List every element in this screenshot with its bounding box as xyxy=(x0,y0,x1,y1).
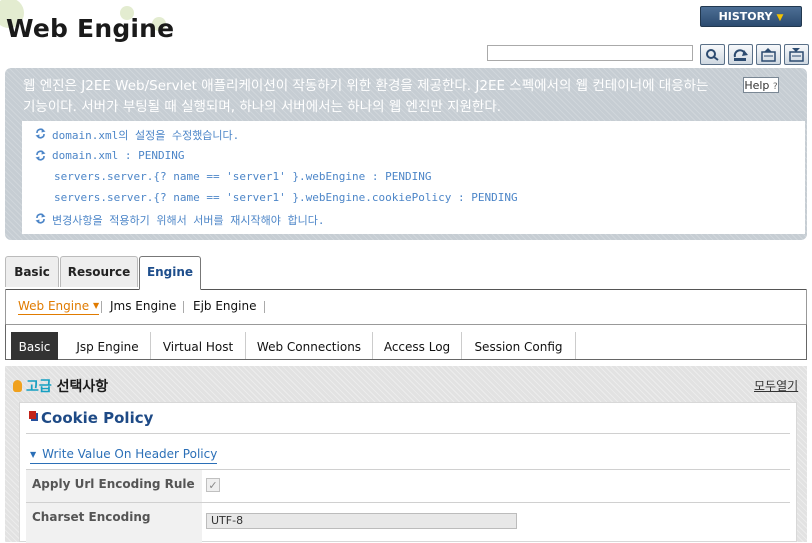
advanced-title-rest: 선택사항 xyxy=(51,379,109,395)
message-item: 변경사항을 적용하기 위해서 서버를 재시작해야 합니다. xyxy=(35,212,325,228)
message-item: domain.xml : PENDING xyxy=(35,149,185,162)
tab-session-config[interactable]: Session Config xyxy=(462,332,576,359)
tab-basic[interactable]: Basic xyxy=(5,256,59,287)
search-input[interactable] xyxy=(487,45,693,61)
triangle-down-icon: ▼ xyxy=(30,450,37,459)
tab-web-connections[interactable]: Web Connections xyxy=(246,332,373,359)
charset-encoding-label: Charset Encoding xyxy=(32,510,151,524)
divider xyxy=(264,301,265,313)
engine-subnav: Web Engine ▼ Jms Engine Ejb Engine xyxy=(5,289,807,324)
help-button[interactable]: Help ? xyxy=(743,77,779,93)
tab-basic[interactable]: Basic xyxy=(11,332,58,360)
write-value-policy-toggle[interactable]: ▼ Write Value On Header Policy xyxy=(30,447,218,464)
section-bullet-icon xyxy=(29,411,36,419)
subsection-title: Write Value On Header Policy xyxy=(42,447,218,461)
expand-all-link[interactable]: 모두열기 xyxy=(754,377,798,394)
subnav-label: Web Engine xyxy=(18,299,90,313)
apply-url-encoding-checkbox[interactable]: ✓ xyxy=(206,478,220,492)
message-item: servers.server.{? name == 'server1' }.we… xyxy=(54,170,432,183)
message-text: domain.xml의 설정을 수정했습니다. xyxy=(52,129,240,142)
advanced-options-panel: 고급 선택사항 모두열기 Cookie Policy ▼ Write Value … xyxy=(5,366,807,543)
message-item: domain.xml의 설정을 수정했습니다. xyxy=(35,127,240,143)
caret-down-icon: ▼ xyxy=(92,301,100,310)
message-text: domain.xml : PENDING xyxy=(52,149,185,162)
charset-encoding-field[interactable]: UTF-8 xyxy=(206,513,517,529)
page-title: Web Engine xyxy=(6,14,175,43)
cookie-policy-section: Cookie Policy ▼ Write Value On Header Pol… xyxy=(19,402,797,543)
section-title-text: Cookie Policy xyxy=(41,409,154,427)
export-icon[interactable] xyxy=(756,44,781,65)
engine-description: 웹 엔진은 J2EE Web/Servlet 애플리케이션이 작동하기 위한 환… xyxy=(23,78,709,115)
subnav-item-web-engine[interactable]: Web Engine ▼ xyxy=(18,299,100,315)
refresh-icon[interactable] xyxy=(728,44,753,65)
advanced-options-title: 고급 선택사항 xyxy=(13,376,108,396)
divider xyxy=(26,433,790,434)
tab-jsp-engine[interactable]: Jsp Engine xyxy=(65,332,151,359)
info-panel: 웹 엔진은 J2EE Web/Servlet 애플리케이션이 작동하기 위한 환… xyxy=(5,68,807,240)
divider xyxy=(101,301,102,313)
history-label: HISTORY xyxy=(718,10,773,23)
main-tabs: Basic Resource Engine xyxy=(5,256,807,290)
sync-icon xyxy=(35,213,46,224)
chevron-down-icon: ▼ xyxy=(776,13,784,23)
sync-icon xyxy=(35,150,46,161)
section-title: Cookie Policy xyxy=(29,409,153,427)
import-icon[interactable] xyxy=(784,44,809,65)
subnav-item-ejb-engine[interactable]: Ejb Engine xyxy=(193,299,256,313)
tab-engine[interactable]: Engine xyxy=(139,256,201,290)
tab-access-log[interactable]: Access Log xyxy=(373,332,462,359)
apply-url-encoding-label: Apply Url Encoding Rule xyxy=(32,477,195,491)
subnav-item-jms-engine[interactable]: Jms Engine xyxy=(110,299,176,313)
help-icon: ? xyxy=(772,82,778,92)
message-text: 변경사항을 적용하기 위해서 서버를 재시작해야 합니다. xyxy=(52,214,325,227)
message-list: domain.xml의 설정을 수정했습니다. domain.xml : PEN… xyxy=(22,121,805,234)
help-label: Help xyxy=(744,79,770,92)
bulb-icon xyxy=(13,380,22,392)
divider xyxy=(183,301,184,313)
message-item: servers.server.{? name == 'server1' }.we… xyxy=(54,191,518,204)
history-button[interactable]: HISTORY ▼ xyxy=(700,6,802,27)
tab-resource[interactable]: Resource xyxy=(60,256,138,287)
sync-icon xyxy=(35,128,46,139)
web-engine-tabs: Basic Jsp Engine Virtual Host Web Connec… xyxy=(5,324,807,360)
tab-virtual-host[interactable]: Virtual Host xyxy=(151,332,246,359)
search-icon[interactable] xyxy=(700,44,725,65)
advanced-title-highlight: 고급 xyxy=(26,379,52,395)
